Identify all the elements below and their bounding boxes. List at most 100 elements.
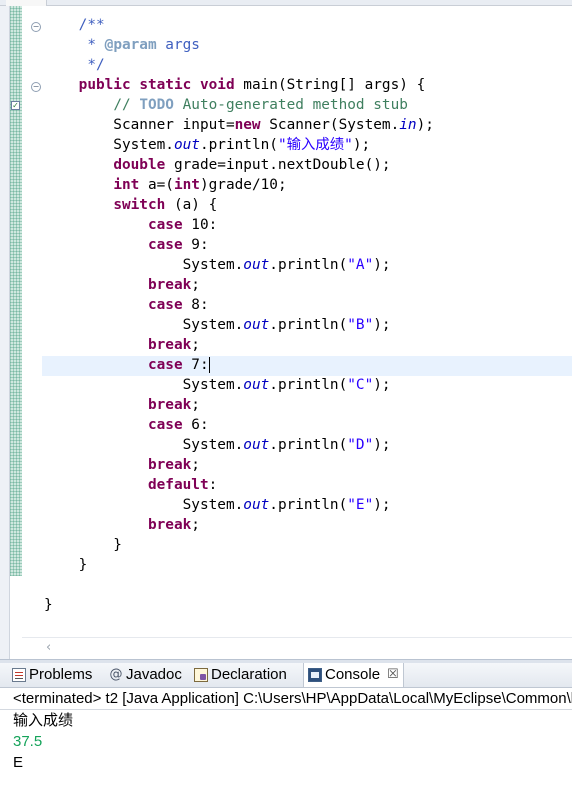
code-token: ); xyxy=(352,137,371,153)
code-editor[interactable]: − − ✓ /** * @param args */ public static… xyxy=(0,6,572,659)
close-icon[interactable]: ☒ xyxy=(387,663,399,687)
code-token: /** xyxy=(78,17,105,33)
code-line[interactable]: Scanner input=new Scanner(System.in); xyxy=(44,115,434,135)
code-line[interactable]: break; xyxy=(44,275,434,295)
code-line[interactable]: /** xyxy=(44,15,434,35)
code-token: switch xyxy=(113,197,166,213)
code-line[interactable]: break; xyxy=(44,515,434,535)
tab-problems[interactable]: Problems xyxy=(12,663,92,687)
code-token: .println( xyxy=(269,317,348,333)
fold-collapse-icon[interactable]: − xyxy=(31,82,41,92)
code-token: : xyxy=(208,477,218,493)
code-line[interactable]: break; xyxy=(44,395,434,415)
code-line[interactable]: // TODO Auto-generated method stub xyxy=(44,95,434,115)
code-token: * xyxy=(78,37,105,53)
code-token: case xyxy=(147,217,183,233)
code-token: } xyxy=(44,557,88,573)
fold-collapse-icon[interactable]: − xyxy=(31,22,41,32)
code-line[interactable]: break; xyxy=(44,455,434,475)
code-token: System. xyxy=(44,437,244,453)
code-token: void xyxy=(199,77,235,93)
code-token: out xyxy=(243,317,270,333)
code-token: default xyxy=(147,477,209,493)
console-line: E xyxy=(13,754,24,771)
code-token: System. xyxy=(44,137,174,153)
code-line[interactable]: } xyxy=(44,595,434,615)
code-line[interactable]: System.out.println("输入成绩"); xyxy=(44,135,434,155)
code-token: ); xyxy=(373,497,391,513)
code-token: "C" xyxy=(347,377,374,393)
ruler-blank xyxy=(10,576,22,659)
code-token: break xyxy=(147,457,192,473)
code-line[interactable]: public static void main(String[] args) { xyxy=(44,75,434,95)
code-line[interactable]: case 7: xyxy=(44,355,434,375)
code-line[interactable]: case 10: xyxy=(44,215,434,235)
code-token: ); xyxy=(373,257,391,273)
code-token: static xyxy=(139,77,192,93)
code-token: ; xyxy=(191,397,200,413)
code-line[interactable] xyxy=(44,575,434,595)
tab-declaration[interactable]: Declaration xyxy=(194,663,287,687)
code-token: a=( xyxy=(139,177,174,193)
editor-left-border xyxy=(0,6,10,659)
code-line[interactable]: double grade=input.nextDouble(); xyxy=(44,155,434,175)
code-line[interactable]: System.out.println("E"); xyxy=(44,495,434,515)
code-line[interactable]: break; xyxy=(44,335,434,355)
code-token: out xyxy=(243,377,270,393)
code-line[interactable]: case 9: xyxy=(44,235,434,255)
tab-javadoc[interactable]: @ Javadoc xyxy=(109,663,182,687)
code-token: case xyxy=(147,237,183,253)
code-line[interactable]: } xyxy=(44,535,434,555)
code-token: @param xyxy=(104,37,157,53)
code-token: System. xyxy=(44,257,244,273)
code-token: 8: xyxy=(182,297,209,313)
code-line[interactable]: */ xyxy=(44,55,434,75)
javadoc-icon: @ xyxy=(109,667,123,682)
code-line[interactable]: System.out.println("C"); xyxy=(44,375,434,395)
code-token: "输入成绩" xyxy=(277,137,353,153)
code-text-area[interactable]: /** * @param args */ public static void … xyxy=(44,15,434,615)
code-token: out xyxy=(243,257,270,273)
code-line[interactable]: System.out.println("A"); xyxy=(44,255,434,275)
code-token: ); xyxy=(373,437,391,453)
tab-label: Problems xyxy=(29,666,93,683)
code-line[interactable]: System.out.println("B"); xyxy=(44,315,434,335)
scroll-left-icon[interactable]: ‹ xyxy=(46,640,51,655)
code-line[interactable]: switch (a) { xyxy=(44,195,434,215)
horizontal-scrollbar[interactable]: ‹ xyxy=(22,637,572,659)
code-token: } xyxy=(44,537,122,553)
tab-console[interactable]: Console ☒ xyxy=(303,663,404,687)
code-token: .println( xyxy=(269,497,348,513)
console-output[interactable]: 输入成绩 37.5 E xyxy=(13,710,73,773)
code-line[interactable]: } xyxy=(44,555,434,575)
code-token: ); xyxy=(373,317,391,333)
code-line[interactable]: System.out.println("D"); xyxy=(44,435,434,455)
tab-label: Javadoc xyxy=(126,666,182,683)
code-line[interactable]: int a=(int)grade/10; xyxy=(44,175,434,195)
code-line[interactable]: * @param args xyxy=(44,35,434,55)
tab-label: Console xyxy=(325,666,381,683)
code-line[interactable]: case 6: xyxy=(44,415,434,435)
tab-label: Declaration xyxy=(211,666,287,683)
task-marker-icon[interactable]: ✓ xyxy=(11,101,20,110)
code-token: "E" xyxy=(347,497,374,513)
code-line[interactable]: case 8: xyxy=(44,295,434,315)
view-tab-bar: Problems @ Javadoc Declaration Console ☒ xyxy=(0,663,572,688)
annotation-ruler xyxy=(10,6,22,576)
code-token: case xyxy=(147,357,183,373)
code-token: main(String[] args) { xyxy=(234,77,426,93)
code-token: 9: xyxy=(182,237,209,253)
code-token: ); xyxy=(373,377,391,393)
code-line[interactable]: default: xyxy=(44,475,434,495)
